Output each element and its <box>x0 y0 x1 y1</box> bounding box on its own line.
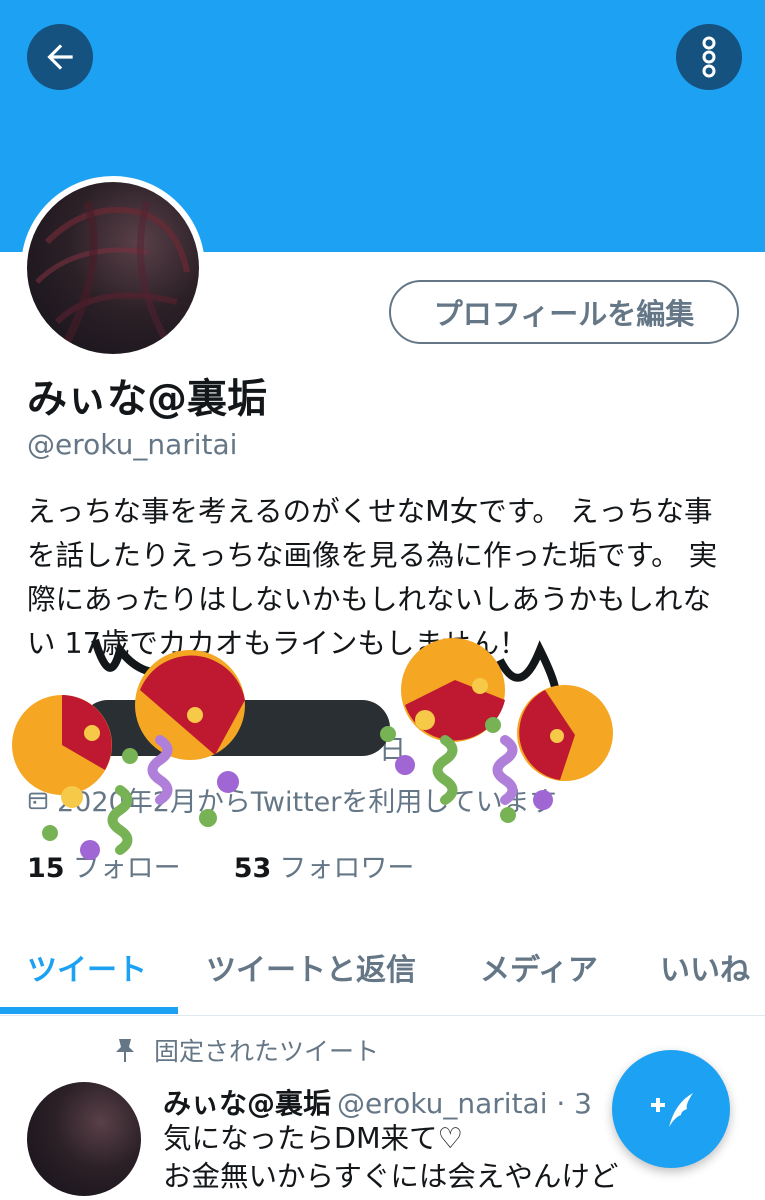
followers-count: 53 <box>233 853 272 884</box>
tweet-avatar[interactable] <box>27 1082 141 1196</box>
pinned-indicator: 固定されたツイート <box>114 1032 379 1068</box>
profile-avatar[interactable] <box>21 176 205 360</box>
following-count: 15 <box>27 853 65 884</box>
profile-display-name: みぃな@裏垢 <box>27 376 267 422</box>
tab-media[interactable]: メディア <box>480 945 598 989</box>
following-link[interactable]: 15 フォロー <box>27 853 181 884</box>
profile-location: 日 <box>27 728 406 767</box>
following-label: フォロー <box>72 853 181 884</box>
profile-tabs: ツイート ツイートと返信 メディア いいね <box>0 915 765 1016</box>
tab-likes[interactable]: いいね <box>660 945 750 989</box>
pin-icon <box>116 1039 134 1062</box>
profile-joined: 2020年2月からTwitterを利用しています <box>27 780 557 819</box>
tweet-text-line: お金無いからすぐには会えやんけど <box>163 1160 619 1193</box>
compose-tweet-button[interactable] <box>612 1050 730 1168</box>
avatar-image <box>27 182 199 354</box>
joined-text: 2020年2月からTwitterを利用しています <box>57 787 557 818</box>
tab-tweets[interactable]: ツイート <box>27 945 147 989</box>
arrow-left-icon <box>47 44 73 70</box>
pinned-label: 固定されたツイート <box>154 1037 380 1066</box>
followers-label: フォロワー <box>279 853 415 884</box>
profile-bio: えっちな事を考えるのがくせなM女です。 えっちな事を話したりえっちな画像を見る為… <box>27 495 718 660</box>
tweet-author-handle: @eroku_naritai · 3 <box>337 1087 592 1120</box>
location-text: 日 <box>379 735 406 766</box>
edit-profile-button[interactable]: プロフィールを編集 <box>389 280 739 344</box>
calendar-icon <box>28 792 48 809</box>
compose-tweet-icon <box>651 1093 693 1127</box>
tweet-author-name[interactable]: みぃな@裏垢 <box>163 1087 331 1120</box>
tweet-header: みぃな@裏垢 @eroku_naritai · 3 <box>163 1082 592 1122</box>
back-button[interactable] <box>27 24 93 90</box>
active-tab-indicator <box>0 1007 178 1014</box>
followers-link[interactable]: 53 フォロワー <box>234 853 415 884</box>
profile-handle: @eroku_naritai <box>27 428 238 461</box>
more-options-button[interactable] <box>676 24 742 90</box>
tab-tweets-replies[interactable]: ツイートと返信 <box>206 945 416 989</box>
more-vertical-icon <box>702 36 716 78</box>
follow-stats: 15 フォロー 53 フォロワー <box>27 846 414 885</box>
